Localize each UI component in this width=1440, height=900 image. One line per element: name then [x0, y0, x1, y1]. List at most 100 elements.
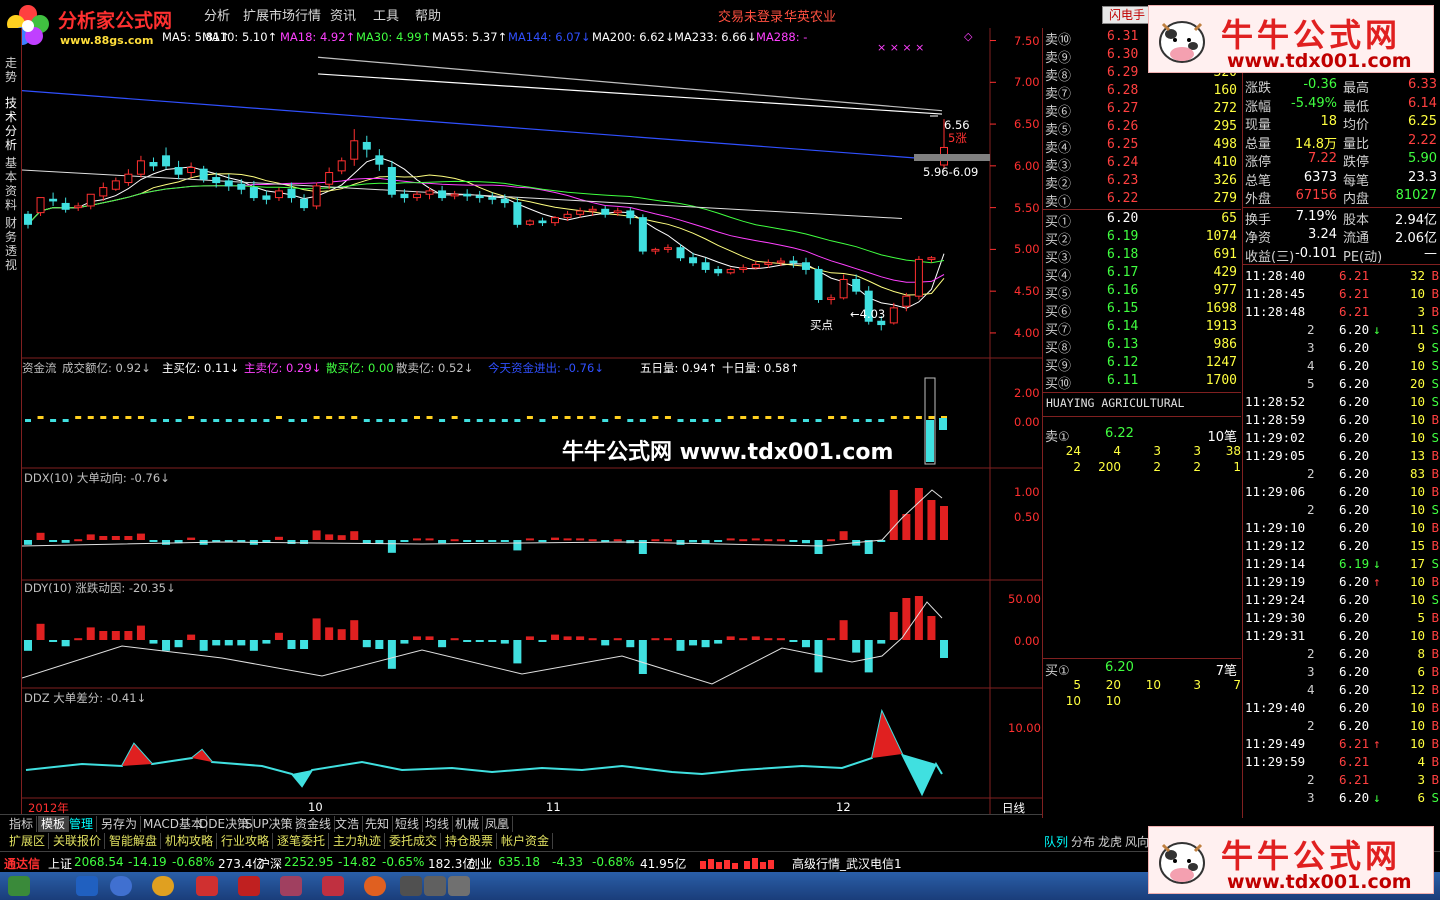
indicator-tab[interactable]: 模板 [38, 816, 70, 832]
buy-level[interactable]: 买① 6.20 65 [1043, 210, 1241, 230]
extension-tab[interactable]: 委托成交 [386, 833, 442, 849]
price-axis-label: 6.50 [1014, 117, 1040, 132]
sell1-queue-label: 卖① [1045, 430, 1070, 445]
buy1-queue[interactable]: 买① 6.20 7笔 [1043, 660, 1241, 679]
sell-level[interactable]: 卖⑤ 6.26 295 [1043, 118, 1241, 138]
tick-side: S [1431, 502, 1439, 517]
buy-level[interactable]: 买③ 6.18 691 [1043, 246, 1241, 266]
tick-row: 11:29:40 6.20 10 B [1243, 699, 1440, 717]
tick-side: B [1431, 538, 1439, 553]
buy-level[interactable]: 买⑨ 6.12 1247 [1043, 354, 1241, 374]
nav-trend[interactable]: 走势 [3, 56, 19, 84]
sell1-queue[interactable]: 卖① 6.22 10笔 [1043, 426, 1241, 445]
indicator-tab[interactable]: 另存为 [98, 816, 142, 832]
fund-bar [878, 419, 885, 422]
extension-tab[interactable]: 主力轨迹 [330, 833, 386, 849]
right-tab[interactable]: 龙虎 [1098, 833, 1122, 850]
indicator-tab[interactable]: 资金线 [292, 816, 336, 832]
extension-tab[interactable]: 机构攻略 [162, 833, 218, 849]
buy-level[interactable]: 买② 6.19 1074 [1043, 228, 1241, 248]
menu-extended-market[interactable]: 扩展市场行情 [243, 5, 321, 24]
extension-tab[interactable]: 逐笔委托 [274, 833, 330, 849]
indicator-tab[interactable]: 短线 [392, 816, 424, 832]
right-tab[interactable]: 队列 [1044, 833, 1068, 850]
tick-price: 6.20 [1339, 394, 1370, 409]
fund-bar [413, 416, 420, 419]
ddx-bar [86, 534, 95, 540]
queue-volume: 1 [1233, 460, 1241, 474]
candle [601, 208, 610, 215]
buy-level[interactable]: 买⑦ 6.14 1913 [1043, 318, 1241, 338]
annotation-low: ←4.03 [850, 307, 886, 321]
chart-area[interactable]: × × × × ◇ MA5: 5.81↑ MA10: 5.10↑ MA18: 4.9… [22, 28, 1042, 818]
app-icon-6[interactable] [400, 876, 422, 896]
sell-level[interactable]: 卖⑥ 6.27 272 [1043, 100, 1241, 120]
indicator-tab[interactable]: SUP决策 [242, 816, 297, 832]
ddy-bar [689, 640, 698, 646]
ddz-trough [902, 754, 936, 794]
quote-label: 收益(三) [1245, 249, 1295, 265]
nav-financial[interactable]: 财务透视 [3, 216, 19, 272]
buy-level[interactable]: 买⑤ 6.16 977 [1043, 282, 1241, 302]
nav-basic-info[interactable]: 基本资料 [3, 156, 19, 212]
flash-trade-button[interactable]: 闪电手 [1102, 6, 1152, 24]
sell-level[interactable]: 卖① 6.22 279 [1043, 190, 1241, 210]
app-icon-2[interactable] [238, 876, 260, 896]
menu-analysis[interactable]: 分析 [204, 5, 230, 24]
indicator-tab[interactable]: 先知 [362, 816, 394, 832]
sell-level[interactable]: 卖② 6.23 326 [1043, 172, 1241, 192]
browser-icon[interactable] [110, 876, 132, 896]
extension-tab[interactable]: 帐户资金 [498, 833, 554, 849]
sell-level[interactable]: 卖④ 6.25 498 [1043, 136, 1241, 156]
tick-time: 11:29:10 [1245, 520, 1306, 535]
indicator-tab[interactable]: 凤凰 [482, 816, 514, 832]
tick-price: 6.20 [1339, 484, 1370, 499]
start-icon[interactable] [8, 876, 30, 896]
quote-value: 2.94亿 [1395, 212, 1437, 228]
buy-level[interactable]: 买⑧ 6.13 986 [1043, 336, 1241, 356]
sell-level[interactable]: 卖③ 6.24 410 [1043, 154, 1241, 174]
extension-tab[interactable]: 扩展区 [6, 833, 50, 849]
menu-news[interactable]: 资讯 [330, 5, 356, 24]
ddx-bar [337, 535, 346, 540]
nav-tech-analysis[interactable]: 技术分析 [3, 96, 19, 152]
sell-level[interactable]: 卖⑦ 6.28 160 [1043, 82, 1241, 102]
company-name: HUAYING AGRICULTURAL [1046, 396, 1185, 410]
indicator-tab[interactable]: 文浩 [332, 816, 364, 832]
ddy-bar [927, 616, 936, 640]
app-icon-4[interactable] [322, 876, 344, 896]
indicator-tab[interactable]: 机械 [452, 816, 484, 832]
ma-line [27, 156, 945, 309]
app-icon-3[interactable] [280, 876, 302, 896]
ddy-bar [513, 640, 522, 664]
app-icon-5[interactable] [364, 876, 386, 896]
menu-tools[interactable]: 工具 [373, 5, 399, 24]
ie-icon[interactable] [76, 876, 98, 896]
extension-tab[interactable]: 持仓股票 [442, 833, 498, 849]
app-icon-7[interactable] [424, 876, 446, 896]
extension-tab[interactable]: 智能解盘 [106, 833, 162, 849]
extension-tab[interactable]: 关联报价 [50, 833, 106, 849]
quote-label: 外盘 [1245, 192, 1272, 207]
candle [300, 198, 309, 209]
chart-svg[interactable]: × × × × ◇ [22, 28, 1042, 814]
indicator-tab[interactable]: 均线 [422, 816, 454, 832]
buy-level-price: 6.13 [1107, 337, 1139, 352]
queue-volume: 3 [1153, 444, 1161, 458]
extension-tab[interactable]: 行业攻略 [218, 833, 274, 849]
menu-help[interactable]: 帮助 [415, 5, 441, 24]
buy-level[interactable]: 买⑩ 6.11 1700 [1043, 372, 1241, 392]
buy-level[interactable]: 买⑥ 6.15 1698 [1043, 300, 1241, 320]
qq-icon[interactable] [152, 876, 174, 896]
right-tab[interactable]: 风向 [1125, 833, 1149, 850]
app-icon-1[interactable] [196, 876, 218, 896]
buy-level[interactable]: 买④ 6.17 429 [1043, 264, 1241, 284]
ddz-line [25, 708, 943, 797]
ddy-bar [149, 640, 158, 644]
indicator-tab[interactable]: 管理 [66, 816, 98, 832]
right-tab[interactable]: 分布 [1071, 833, 1095, 850]
ddy-bar [902, 598, 911, 640]
app-icon-8[interactable] [448, 876, 470, 896]
ma-legend-item: MA288: - [756, 30, 808, 44]
indicator-tab[interactable]: 指标 [6, 816, 38, 832]
